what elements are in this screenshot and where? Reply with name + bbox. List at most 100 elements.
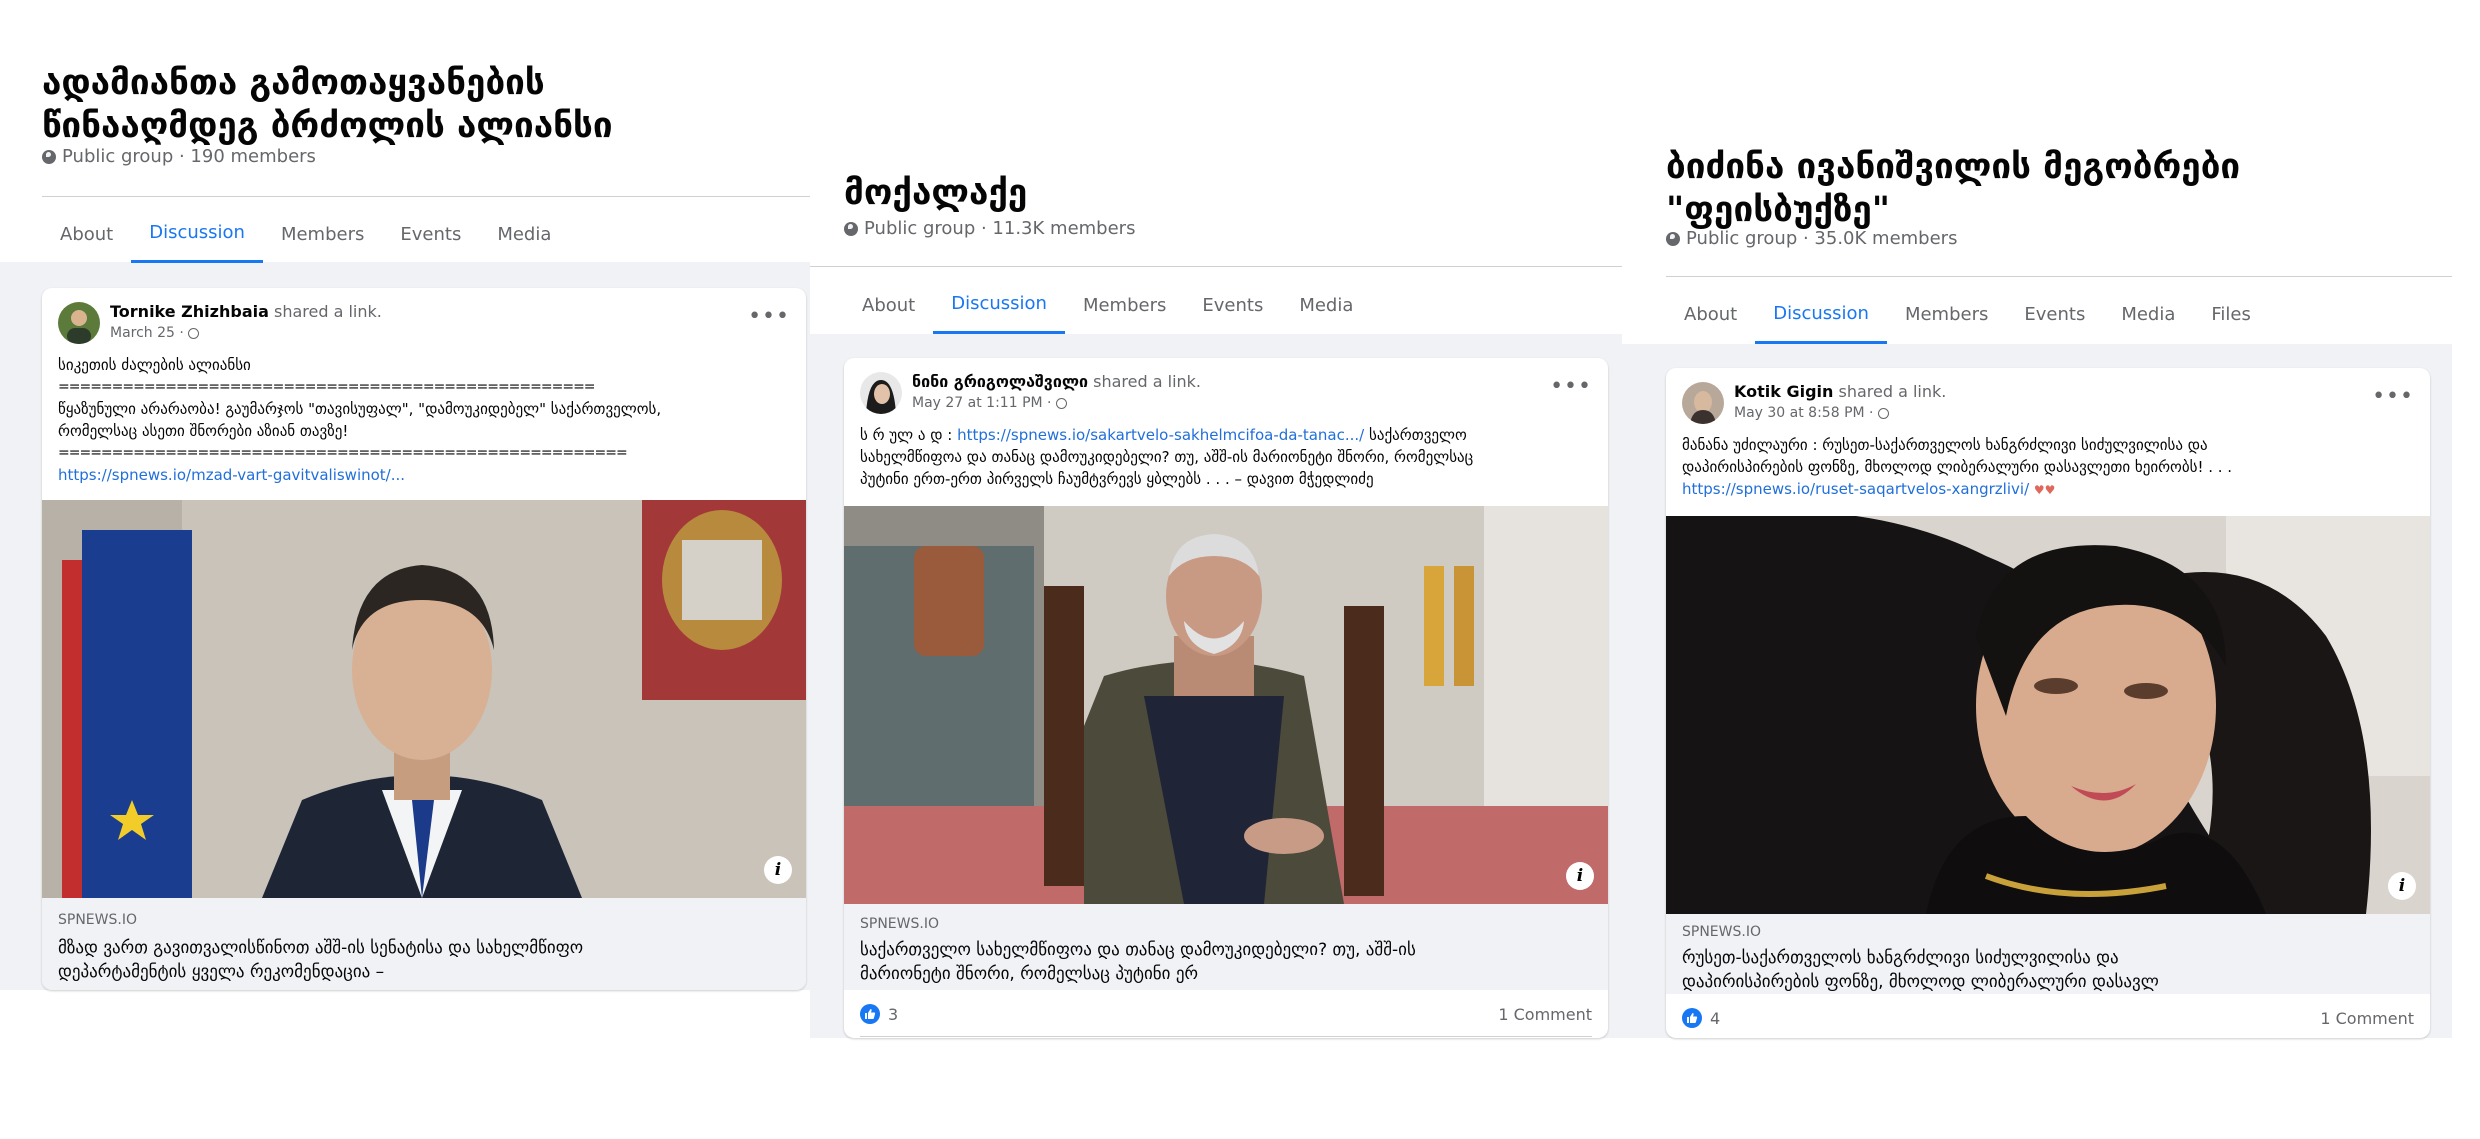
group-meta: Public group · 11.3K members [844,218,1135,239]
post-text: სიკეთის ძალების ალიანსი ================… [58,354,790,486]
comment-count[interactable]: 1 Comment [2320,1009,2414,1028]
post-action: shared a link. [268,302,382,321]
group-title[interactable]: ადამიანთა გამოთაყვანების წინააღმდეგ ბრძო… [42,62,613,148]
tab-discussion[interactable]: Discussion [131,205,263,263]
emoji-icon: ♥♥ [2033,483,2056,497]
post-date[interactable]: March 25 · [110,325,184,341]
more-options-icon[interactable]: ••• [748,306,790,328]
post-date-line: May 30 at 8:58 PM · [1734,405,1889,421]
link-title-line: დეპარტამენტის ყველა რეკომენდაცია – [58,962,385,982]
group-title-line: მოქალაქე [844,173,1028,213]
group-meta-text: Public group · 35.0K members [1686,228,1958,249]
tab-about[interactable]: About [844,276,933,334]
globe-icon [1877,407,1889,419]
globe-icon [1666,231,1680,246]
link-preview-box[interactable]: SPNEWS.IO საქართველო სახელმწიფოა და თანა… [844,904,1608,990]
link-title-line: რუსეთ-საქართველოს ხანგრძლივი სიძულვილისა… [1682,948,2119,968]
post-link[interactable]: https://spnews.io/sakartvelo-sakhelmcifo… [957,426,1364,444]
tab-files[interactable]: Files [2193,285,2269,344]
post-text: ს რ ულ ა დ : https://spnews.io/sakartvel… [860,424,1592,490]
like-icon[interactable] [860,1004,880,1024]
more-options-icon[interactable]: ••• [1550,376,1592,398]
post-text: მანანა უძილაური : რუსეთ-საქართველოს ხანგ… [1682,434,2414,501]
link-title-line: საქართველო სახელმწიფოა და თანაც დამოუკიდ… [860,940,1416,960]
info-icon[interactable]: i [764,856,792,884]
like-count[interactable]: 4 [1710,1009,1720,1028]
post-text-prefix: ს რ ულ ა დ : [860,426,958,444]
link-preview-box[interactable]: SPNEWS.IO მზად ვართ გავითვალისწინოთ აშშ-… [42,898,806,990]
globe-icon [1055,397,1067,409]
avatar[interactable] [58,302,100,344]
tab-about[interactable]: About [1666,285,1755,344]
like-count[interactable]: 3 [888,1005,898,1024]
post-header: Tornike Zhizhbaia shared a link. March 2… [58,300,790,346]
group-meta-text: Public group · 190 members [62,146,316,167]
post-link[interactable]: https://spnews.io/mzad-vart-gavitvaliswi… [58,466,405,484]
post-card: Kotik Gigin shared a link. May 30 at 8:5… [1666,368,2430,1038]
group-title[interactable]: მოქალაქე [844,172,1027,215]
post-text-line: წყაზუნული არარაობა! გაუმარჯოს "თავისუფალ… [58,400,662,418]
post-text-line: მანანა უძილაური : რუსეთ-საქართველოს ხანგ… [1682,436,2208,454]
post-author[interactable]: Kotik Gigin [1734,382,1833,401]
more-options-icon[interactable]: ••• [2372,386,2414,408]
post-date[interactable]: May 27 at 1:11 PM · [912,395,1052,411]
post-text-line: ს რ ულ ა დ : https://spnews.io/sakartvel… [860,424,1592,446]
link-title[interactable]: მზად ვართ გავითვალისწინოთ აშშ-ის სენატის… [58,936,790,984]
tab-about[interactable]: About [42,205,131,263]
post-text-line: სახელმწიფოა და თანაც დამოუკიდებელი? თუ, … [860,448,1474,466]
link-domain: SPNEWS.IO [860,916,939,932]
tab-events[interactable]: Events [1184,276,1281,334]
tab-media[interactable]: Media [2103,285,2193,344]
group-title-line: "ფეისბუქზე" [1666,190,1891,230]
info-icon[interactable]: i [1566,862,1594,890]
comment-count[interactable]: 1 Comment [1498,1005,1592,1024]
link-domain: SPNEWS.IO [58,912,137,928]
link-preview-image[interactable]: i [1666,516,2430,914]
tab-events[interactable]: Events [2006,285,2103,344]
post-header: ნინი გრიგოლაშვილი shared a link. May 27 … [860,370,1592,416]
tab-members[interactable]: Members [263,205,382,263]
header-divider [42,196,810,197]
link-title[interactable]: რუსეთ-საქართველოს ხანგრძლივი სიძულვილისა… [1682,946,2414,994]
post-date[interactable]: May 30 at 8:58 PM · [1734,405,1874,421]
tab-events[interactable]: Events [382,205,479,263]
post-date-line: March 25 · [110,325,199,341]
group-panel-3: ბიძინა ივანიშვილის მეგობრები "ფეისბუქზე"… [1622,0,2452,1139]
like-icon[interactable] [1682,1008,1702,1028]
post-text-line: რომელსაც ასეთი შნორები აზიან თავზე! [58,422,349,440]
group-panel-1: ადამიანთა გამოთაყვანების წინააღმდეგ ბრძო… [0,0,810,1139]
post-author[interactable]: Tornike Zhizhbaia [110,302,269,321]
post-link[interactable]: https://spnews.io/ruset-saqartvelos-xang… [1682,480,2029,498]
link-preview-image[interactable]: i [844,506,1608,904]
info-icon[interactable]: i [2388,872,2416,900]
tab-discussion[interactable]: Discussion [933,276,1065,334]
post-header: Kotik Gigin shared a link. May 30 at 8:5… [1682,380,2414,426]
globe-icon [42,149,56,164]
tab-members[interactable]: Members [1887,285,2006,344]
post-text-line: დაპირისპირების ფონზე, მხოლოდ ლიბერალური … [1682,458,2233,476]
header-divider [810,266,1622,267]
tab-members[interactable]: Members [1065,276,1184,334]
group-meta: Public group · 190 members [42,146,316,167]
post-text-line: ========================================… [58,379,596,395]
group-tabs: About Discussion Members Events Media [42,205,569,263]
post-text-line: ========================================… [58,445,628,461]
group-title[interactable]: ბიძინა ივანიშვილის მეგობრები "ფეისბუქზე" [1666,146,2240,232]
avatar[interactable] [1682,382,1724,424]
header-divider [1666,276,2452,277]
post-reactions: 3 1 Comment [860,1000,1592,1028]
link-preview-box[interactable]: SPNEWS.IO რუსეთ-საქართველოს ხანგრძლივი ს… [1666,914,2430,994]
group-meta-text: Public group · 11.3K members [864,218,1136,239]
tab-media[interactable]: Media [1281,276,1371,334]
tab-media[interactable]: Media [479,205,569,263]
post-action: shared a link. [1088,372,1201,391]
post-text-line: პუტინი ერთ-ერთ პირველს ჩაუმტვრევს ყბლებს… [860,470,1374,488]
avatar[interactable] [860,372,902,414]
tab-discussion[interactable]: Discussion [1755,285,1887,344]
group-title-line: ადამიანთა გამოთაყვანების [42,63,545,103]
link-title[interactable]: საქართველო სახელმწიფოა და თანაც დამოუკიდ… [860,938,1592,986]
group-tabs: About Discussion Members Events Media Fi… [1666,285,2269,344]
link-preview-image[interactable]: i [42,500,806,898]
globe-icon [187,327,199,339]
post-author[interactable]: ნინი გრიგოლაშვილი [912,372,1088,391]
